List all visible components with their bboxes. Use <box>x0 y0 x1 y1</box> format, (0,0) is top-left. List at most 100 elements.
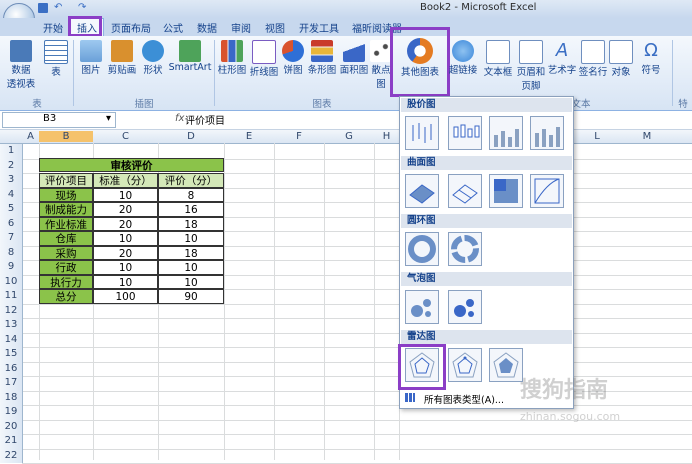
stock-chart-thumb-4[interactable] <box>530 116 564 150</box>
table-cell[interactable]: 制成能力 <box>39 202 93 217</box>
table-total-cell[interactable]: 100 <box>93 289 158 304</box>
tab-page-layout[interactable]: 页面布局 <box>111 20 151 35</box>
save-icon[interactable] <box>38 3 48 13</box>
column-header[interactable]: L <box>572 131 622 142</box>
pivot-table-button[interactable]: 数据 透视表 <box>4 40 38 90</box>
column-header[interactable]: B <box>39 131 93 142</box>
doughnut-chart-thumb-2[interactable] <box>448 232 482 266</box>
table-cell[interactable]: 18 <box>158 245 224 260</box>
stock-chart-thumb-1[interactable] <box>405 116 439 150</box>
row-header[interactable]: 1 <box>0 144 23 159</box>
row-header[interactable]: 14 <box>0 332 23 347</box>
table-cell[interactable]: 16 <box>158 202 224 217</box>
smartart-button[interactable]: SmartArt <box>168 40 212 73</box>
row-header[interactable]: 5 <box>0 202 23 217</box>
tab-review[interactable]: 审阅 <box>231 20 251 35</box>
table-cell[interactable]: 10 <box>158 260 224 275</box>
hyperlink-button[interactable]: 超链接 <box>448 40 478 76</box>
column-chart-button[interactable]: 柱形图 <box>217 40 247 76</box>
line-chart-button[interactable]: 折线图 <box>249 40 279 78</box>
surface-chart-thumb-3[interactable] <box>489 174 523 208</box>
column-header[interactable]: E <box>224 131 274 142</box>
bubble-chart-thumb-2[interactable] <box>448 290 482 324</box>
tab-developer[interactable]: 开发工具 <box>299 20 339 35</box>
radar-chart-thumb-3[interactable] <box>489 348 523 382</box>
redo-icon[interactable]: ↷ <box>78 2 86 13</box>
column-header[interactable]: D <box>158 131 224 142</box>
shapes-button[interactable]: 形状 <box>140 40 166 76</box>
tab-formulas[interactable]: 公式 <box>163 20 183 35</box>
row-header[interactable]: 21 <box>0 434 23 449</box>
table-button[interactable]: 表 <box>43 40 69 78</box>
doughnut-chart-thumb-1[interactable] <box>405 232 439 266</box>
row-header[interactable]: 7 <box>0 231 23 246</box>
tab-data[interactable]: 数据 <box>197 20 217 35</box>
name-box-dropdown-icon[interactable]: ▾ <box>106 113 111 124</box>
tab-home[interactable]: 开始 <box>43 20 63 35</box>
table-header-cell[interactable]: 评价项目 <box>39 173 93 188</box>
row-header[interactable]: 9 <box>0 260 23 275</box>
text-box-button[interactable]: 文本框 <box>482 40 514 78</box>
row-header[interactable]: 2 <box>0 158 23 173</box>
table-cell[interactable]: 10 <box>93 274 158 289</box>
signature-line-button[interactable]: 签名行 <box>578 40 608 78</box>
table-cell[interactable]: 仓库 <box>39 231 93 246</box>
object-button[interactable]: 对象 <box>608 40 634 78</box>
table-total-cell[interactable]: 总分 <box>39 289 93 304</box>
header-footer-button[interactable]: 页眉和 页脚 <box>514 40 548 92</box>
table-cell[interactable]: 8 <box>158 187 224 202</box>
surface-chart-thumb-4[interactable] <box>530 174 564 208</box>
row-header[interactable]: 3 <box>0 173 23 188</box>
column-header[interactable]: F <box>274 131 324 142</box>
table-total-cell[interactable]: 90 <box>158 289 224 304</box>
table-cell[interactable]: 采购 <box>39 245 93 260</box>
column-header[interactable]: G <box>324 131 374 142</box>
row-header[interactable]: 15 <box>0 347 23 362</box>
undo-icon[interactable]: ↶ <box>54 2 62 13</box>
bubble-chart-thumb-1[interactable] <box>405 290 439 324</box>
row-header[interactable]: 12 <box>0 303 23 318</box>
bar-chart-button[interactable]: 条形图 <box>307 40 337 76</box>
row-header[interactable]: 17 <box>0 376 23 391</box>
row-header[interactable]: 10 <box>0 274 23 289</box>
tab-view[interactable]: 视图 <box>265 20 285 35</box>
radar-chart-thumb-2[interactable] <box>448 348 482 382</box>
table-header-cell[interactable]: 评价（分） <box>158 173 224 188</box>
table-cell[interactable]: 作业标准 <box>39 216 93 231</box>
clip-art-button[interactable]: 剪贴画 <box>106 40 138 76</box>
table-cell[interactable]: 10 <box>93 231 158 246</box>
table-cell[interactable]: 20 <box>93 216 158 231</box>
wordart-button[interactable]: A 艺术字 <box>546 40 578 76</box>
row-header[interactable]: 6 <box>0 216 23 231</box>
table-cell[interactable]: 行政 <box>39 260 93 275</box>
table-cell[interactable]: 10 <box>93 260 158 275</box>
surface-chart-thumb-1[interactable] <box>405 174 439 208</box>
column-header[interactable]: H <box>374 131 399 142</box>
column-header[interactable]: C <box>93 131 158 142</box>
row-header[interactable]: 16 <box>0 361 23 376</box>
row-header[interactable]: 19 <box>0 405 23 420</box>
row-header[interactable]: 18 <box>0 390 23 405</box>
table-cell[interactable]: 18 <box>158 216 224 231</box>
stock-chart-thumb-2[interactable] <box>448 116 482 150</box>
table-cell[interactable]: 10 <box>93 187 158 202</box>
table-cell[interactable]: 20 <box>93 245 158 260</box>
symbol-button[interactable]: Ω 符号 <box>638 40 664 76</box>
table-header-cell[interactable]: 标准（分） <box>93 173 158 188</box>
row-header[interactable]: 8 <box>0 245 23 260</box>
row-header[interactable]: 22 <box>0 448 23 463</box>
surface-chart-thumb-2[interactable] <box>448 174 482 208</box>
table-title[interactable]: 审核评价 <box>39 158 224 172</box>
table-cell[interactable]: 20 <box>93 202 158 217</box>
picture-button[interactable]: 图片 <box>78 40 104 76</box>
pie-chart-button[interactable]: 饼图 <box>281 40 305 76</box>
stock-chart-thumb-3[interactable] <box>489 116 523 150</box>
area-chart-button[interactable]: 面积图 <box>339 40 369 76</box>
formula-input[interactable]: 评价项目 <box>185 112 225 127</box>
table-cell[interactable]: 10 <box>158 231 224 246</box>
all-chart-types-link[interactable]: 所有图表类型(A)... <box>424 392 504 406</box>
table-cell[interactable]: 10 <box>158 274 224 289</box>
row-header[interactable]: 11 <box>0 289 23 304</box>
column-header[interactable]: A <box>22 131 39 142</box>
row-header[interactable]: 4 <box>0 187 23 202</box>
